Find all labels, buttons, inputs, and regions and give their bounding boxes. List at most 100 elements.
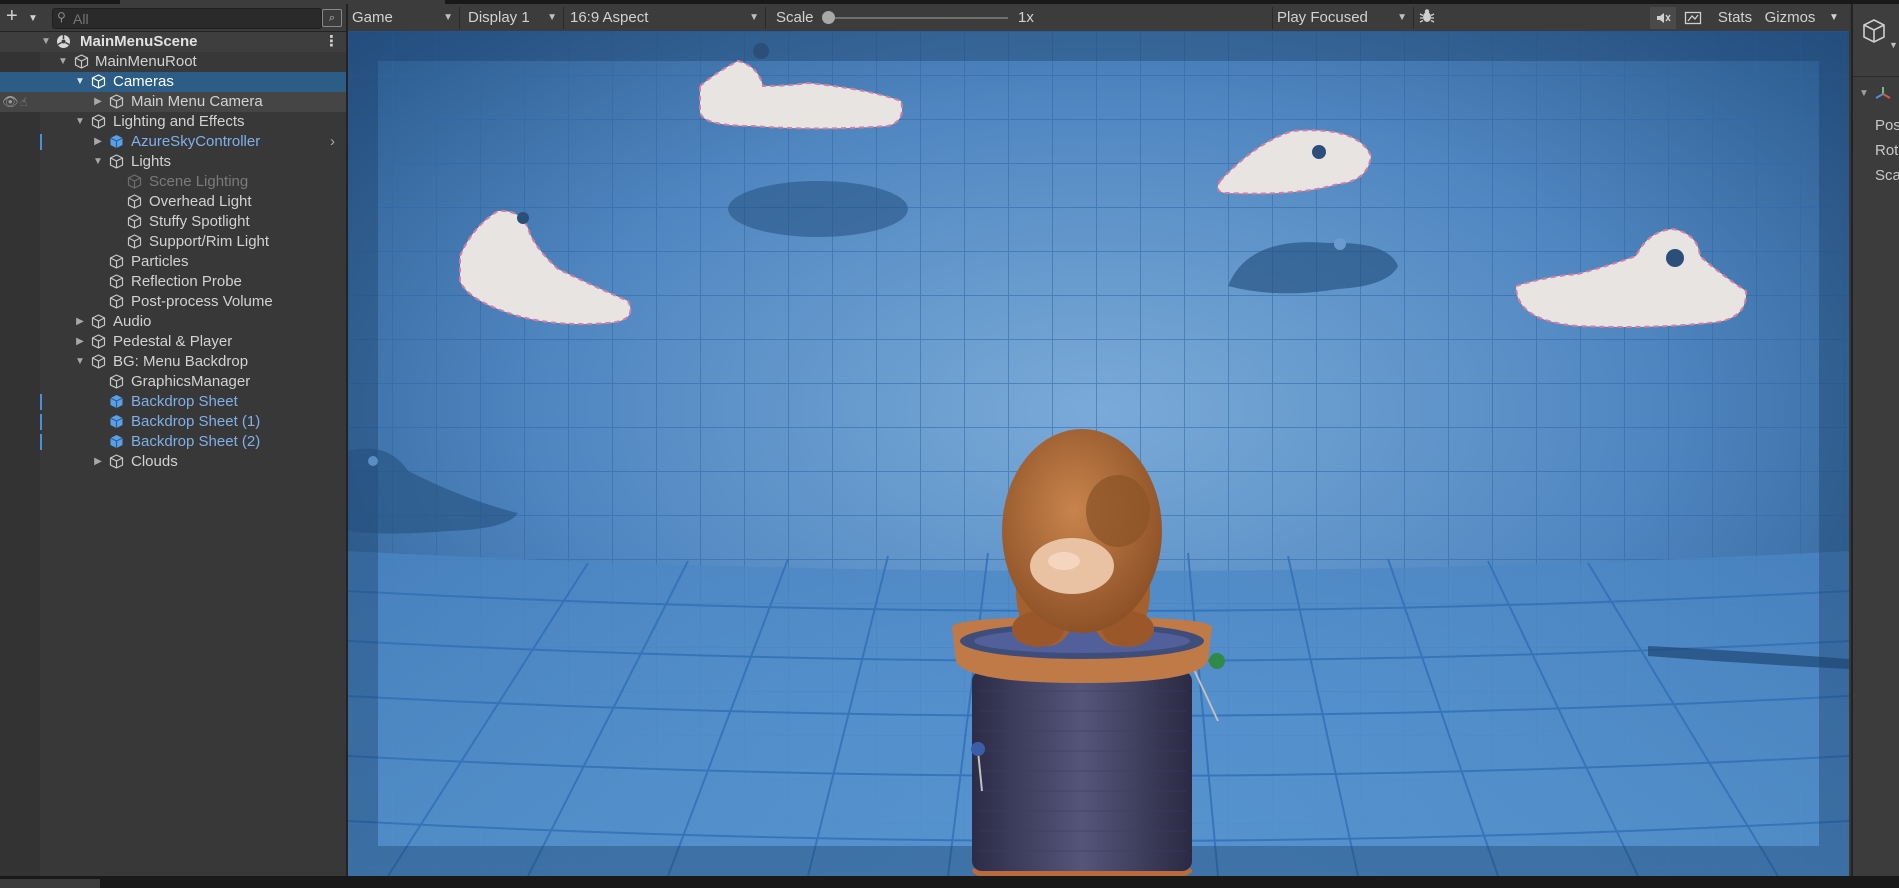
transform-component-header[interactable]: ▼ <box>1853 86 1899 106</box>
rotation-label: Rot <box>1875 142 1899 159</box>
tree-item-label: Audio <box>113 313 152 330</box>
gameobject-cube-icon <box>109 154 124 169</box>
stats-button[interactable]: Stats <box>1712 7 1758 29</box>
hierarchy-panel: + ▼ ⚲ ⌕ ▼ MainMenuScene ⋮ ▼ MainMenuRoot… <box>0 4 348 876</box>
search-input[interactable] <box>73 9 313 28</box>
scene-row[interactable]: ▼ MainMenuScene ⋮ <box>0 32 346 52</box>
display-dropdown[interactable]: Display 1 ▼ <box>464 7 564 29</box>
tree-item-reflection-probe[interactable]: Reflection Probe <box>0 272 346 292</box>
visibility-eye-icon[interactable]: 👁 <box>2 92 19 112</box>
tree-item-label: Support/Rim Light <box>149 233 270 250</box>
gizmos-dropdown-icon[interactable]: ▼ <box>1822 7 1846 29</box>
prefab-override-marker <box>40 414 42 430</box>
bottom-tab-strip <box>0 876 1899 888</box>
tree-item-lights[interactable]: ▼ Lights <box>0 152 346 172</box>
tree-item-main-menu-camera[interactable]: 👁 ☝ ▶ Main Menu Camera <box>0 92 346 112</box>
gameobject-cube-icon <box>127 174 142 189</box>
search-by-type-icon[interactable]: ⌕ <box>322 9 342 27</box>
expand-arrow-icon[interactable]: ▶ <box>92 132 104 152</box>
gizmos-label: Gizmos <box>1764 9 1816 26</box>
gameobject-cube-icon <box>1861 18 1887 51</box>
tree-item-bg-menu-backdrop[interactable]: ▼ BG: Menu Backdrop <box>0 352 346 372</box>
game-render <box>348 31 1849 876</box>
pickability-hand-icon[interactable]: ☝ <box>20 92 27 112</box>
gameobject-cube-icon <box>109 274 124 289</box>
tree-item-pedestal-player[interactable]: ▶ Pedestal & Player <box>0 332 346 352</box>
gameobject-cube-icon <box>91 74 106 89</box>
game-view-panel: Game ▼ Display 1 ▼ 16:9 Aspect ▼ Scale 1… <box>348 4 1849 876</box>
tree-item-particles[interactable]: Particles <box>0 252 346 272</box>
tree-item-scene-lighting[interactable]: Scene Lighting <box>0 172 346 192</box>
chevron-down-icon[interactable]: ▼ <box>1889 40 1898 50</box>
collapse-arrow-icon[interactable]: ▼ <box>74 352 86 372</box>
tree-item-label: Cameras <box>113 73 174 90</box>
bottom-tab[interactable] <box>0 879 100 888</box>
view-mode-dropdown[interactable]: Game ▼ <box>348 7 460 29</box>
scale-label: Scale <box>776 9 814 26</box>
transform-icon <box>1875 86 1891 105</box>
tree-item-post-process-volume[interactable]: Post-process Volume <box>0 292 346 312</box>
chevron-down-icon: ▼ <box>443 12 453 23</box>
tree-item-backdrop-sheet[interactable]: Backdrop Sheet <box>0 392 346 412</box>
tree-item-cameras[interactable]: ▼ Cameras <box>0 72 346 92</box>
gameobject-cube-icon <box>109 454 124 469</box>
tree-item-label: Pedestal & Player <box>113 333 233 350</box>
collapse-arrow-icon[interactable]: ▼ <box>74 112 86 132</box>
bug-icon[interactable] <box>1416 7 1438 29</box>
tree-item-label: Backdrop Sheet <box>131 393 238 410</box>
hierarchy-toolbar: + ▼ ⚲ ⌕ <box>0 4 346 32</box>
collapse-arrow-icon[interactable]: ▼ <box>1859 88 1869 99</box>
play-mode-label: Play Focused <box>1277 9 1368 26</box>
gameobject-cube-icon <box>109 254 124 269</box>
tree-item-audio[interactable]: ▶ Audio <box>0 312 346 332</box>
tree-item-overhead-light[interactable]: Overhead Light <box>0 192 346 212</box>
collapse-arrow-icon[interactable]: ▼ <box>40 32 52 52</box>
chevron-down-icon: ▼ <box>749 12 759 23</box>
scale-slider-track[interactable] <box>828 17 1008 19</box>
tree-item-clouds[interactable]: ▶ Clouds <box>0 452 346 472</box>
tree-item-label: Particles <box>131 253 189 270</box>
aspect-label: 16:9 Aspect <box>570 9 649 26</box>
chevron-down-icon: ▼ <box>1397 12 1407 23</box>
gameobject-cube-icon <box>109 94 124 109</box>
prefab-cube-icon <box>109 394 124 409</box>
collapse-arrow-icon[interactable]: ▼ <box>57 52 69 72</box>
tree-item-backdrop-sheet-2[interactable]: Backdrop Sheet (2) <box>0 432 346 452</box>
open-prefab-chevron-icon[interactable]: › <box>330 132 335 152</box>
view-mode-label: Game <box>352 9 393 26</box>
tree-item-label: Scene Lighting <box>149 173 249 190</box>
scale-label: Sca <box>1875 167 1899 184</box>
collapse-arrow-icon[interactable]: ▼ <box>92 152 104 172</box>
more-options-icon[interactable]: ⋮ <box>324 32 339 52</box>
gizmos-button[interactable]: Gizmos <box>1760 7 1820 29</box>
play-mode-dropdown[interactable]: Play Focused ▼ <box>1272 7 1414 29</box>
tree-item-graphicsmanager[interactable]: GraphicsManager <box>0 372 346 392</box>
collapse-arrow-icon[interactable]: ▼ <box>74 72 86 92</box>
game-viewport[interactable] <box>348 31 1849 876</box>
unity-scene-icon <box>56 34 71 49</box>
aspect-dropdown[interactable]: 16:9 Aspect ▼ <box>566 7 766 29</box>
gameobject-cube-icon <box>74 54 89 69</box>
tree-item-label: Main Menu Camera <box>131 93 263 110</box>
gameobject-cube-icon <box>109 294 124 309</box>
expand-arrow-icon[interactable]: ▶ <box>74 332 86 352</box>
tree-item-backdrop-sheet-1[interactable]: Backdrop Sheet (1) <box>0 412 346 432</box>
tree-item-support-rim-light[interactable]: Support/Rim Light <box>0 232 346 252</box>
tree-item-lighting-and-effects[interactable]: ▼ Lighting and Effects <box>0 112 346 132</box>
tree-item-azureskycontroller[interactable]: ▶ AzureSkyController › <box>0 132 346 152</box>
stats-label: Stats <box>1717 9 1753 26</box>
expand-arrow-icon[interactable]: ▶ <box>74 312 86 332</box>
prefab-override-marker <box>40 134 42 150</box>
tree-item-mainmenuroot[interactable]: ▼ MainMenuRoot <box>0 52 346 72</box>
frame-debugger-icon[interactable] <box>1678 7 1708 29</box>
add-object-button[interactable]: + ▼ <box>4 6 44 28</box>
plus-icon: + <box>6 5 18 27</box>
tree-item-stuffy-spotlight[interactable]: Stuffy Spotlight <box>0 212 346 232</box>
hierarchy-search[interactable]: ⚲ <box>52 8 322 29</box>
mute-audio-icon[interactable] <box>1650 7 1676 29</box>
tree-item-label: Overhead Light <box>149 193 252 210</box>
expand-arrow-icon[interactable]: ▶ <box>92 452 104 472</box>
scale-slider-handle[interactable] <box>822 11 835 24</box>
tree-item-label: MainMenuRoot <box>95 53 197 70</box>
expand-arrow-icon[interactable]: ▶ <box>92 92 104 112</box>
